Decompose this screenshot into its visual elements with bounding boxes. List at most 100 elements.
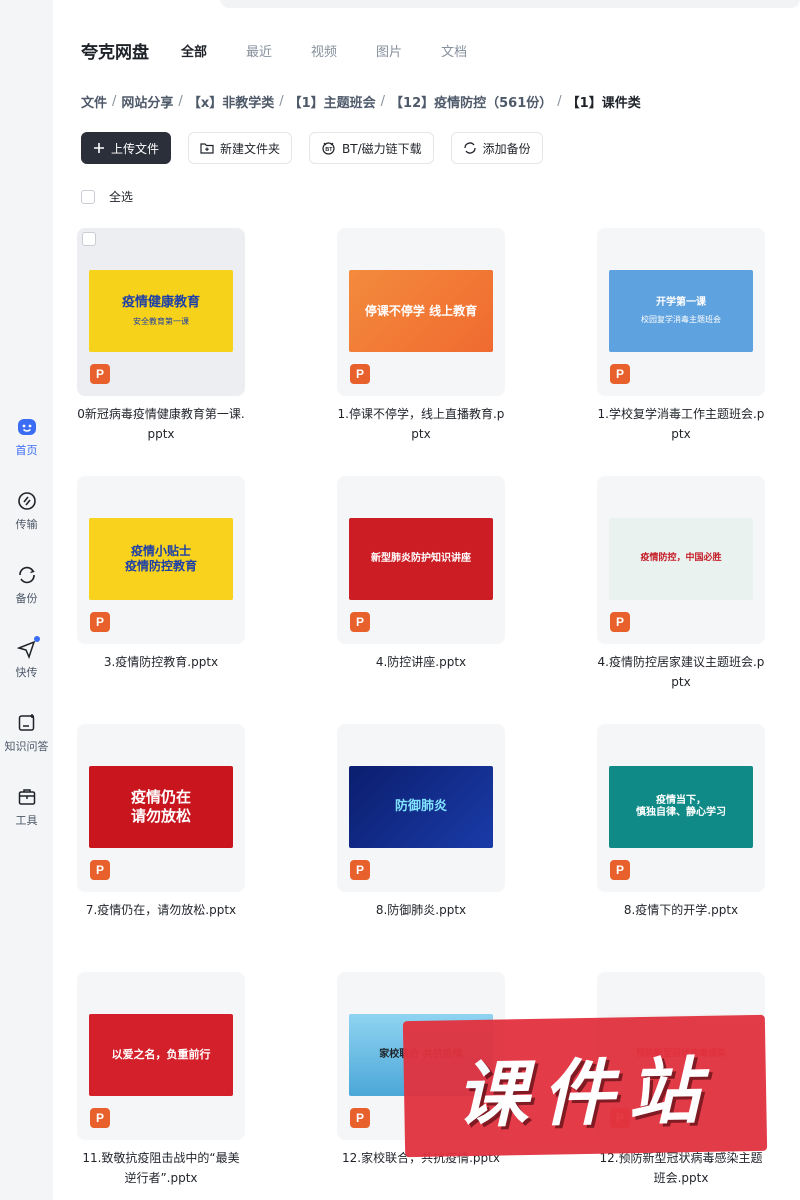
transfer-icon <box>16 490 38 512</box>
file-thumbnail: 防御肺炎 <box>349 766 493 848</box>
file-thumbnail: 疫情当下， 慎独自律、静心学习 <box>609 766 753 848</box>
ppt-file-icon: P <box>90 860 110 880</box>
ppt-file-icon: P <box>610 612 630 632</box>
file-card[interactable]: 停课不停学 线上教育 P <box>337 228 505 396</box>
add-backup-button[interactable]: 添加备份 <box>450 132 543 164</box>
file-card[interactable]: 开学第一课 校园复学消毒主题班会 P <box>597 228 765 396</box>
thumbnail-title: 新型肺炎防护知识讲座 <box>371 552 471 564</box>
thumbnail-title: 停课不停学 线上教育 <box>364 303 478 318</box>
sidebar: 首页 传输 备份 快传 知识问答 工具 <box>0 0 53 1200</box>
file-thumbnail: 疫情健康教育安全教育第一课 <box>89 270 233 352</box>
category-tabs: 全部 最近 视频 图片 文档 <box>181 41 506 60</box>
svg-text:BT: BT <box>325 147 333 153</box>
sidebar-item-knowledge-qa[interactable]: 知识问答 <box>0 712 53 754</box>
thumbnail-title: 疫情小贴士 疫情防控教育 <box>124 544 197 573</box>
ppt-file-icon: P <box>350 860 370 880</box>
file-card[interactable]: 新型肺炎防护知识讲座 P <box>337 476 505 644</box>
backup-icon <box>16 564 38 586</box>
folder-plus-icon <box>200 142 214 154</box>
toolbar: 上传文件 新建文件夹 BT BT/磁力链下载 添加备份 <box>81 132 560 164</box>
sidebar-item-label: 备份 <box>15 592 38 605</box>
tools-icon <box>16 786 38 808</box>
select-all-checkbox[interactable] <box>81 189 95 204</box>
file-name[interactable]: 12.预防新型冠状病毒感染主题班会.pptx <box>597 1148 765 1188</box>
tab-images[interactable]: 图片 <box>376 41 402 60</box>
sidebar-item-backup[interactable]: 备份 <box>0 564 53 606</box>
tab-documents[interactable]: 文档 <box>441 41 467 60</box>
sidebar-item-label: 快传 <box>15 666 38 679</box>
thumbnail-title: 疫情防控，中国必胜 <box>640 553 722 564</box>
file-name[interactable]: 1.学校复学消毒工作主题班会.pptx <box>597 404 765 444</box>
file-name[interactable]: 11.致敬抗疫阻击战中的“最美逆行者”.pptx <box>77 1148 245 1188</box>
file-thumbnail: 开学第一课校园复学消毒主题班会 <box>609 270 753 352</box>
plus-icon <box>93 142 105 154</box>
file-thumbnail: 以爱之名，负重前行 <box>89 1014 233 1096</box>
tab-all[interactable]: 全部 <box>181 41 207 60</box>
thumbnail-title: 防御肺炎 <box>394 798 447 814</box>
thumbnail-title: 疫情健康教育 <box>121 295 200 311</box>
ppt-file-icon: P <box>90 364 110 384</box>
file-thumbnail: 疫情防控，中国必胜 <box>609 518 753 600</box>
file-thumbnail: 疫情小贴士 疫情防控教育 <box>89 518 233 600</box>
breadcrumb-item[interactable]: 网站分享 <box>121 92 173 111</box>
sidebar-item-tools[interactable]: 工具 <box>0 786 53 828</box>
file-card[interactable]: 疫情当下， 慎独自律、静心学习 P <box>597 724 765 892</box>
tab-video[interactable]: 视频 <box>311 41 337 60</box>
home-icon <box>16 416 38 438</box>
thumbnail-subtitle: 校园复学消毒主题班会 <box>641 314 721 324</box>
file-name[interactable]: 3.疫情防控教育.pptx <box>77 652 245 672</box>
watermark-stamp: 课件站 <box>402 1014 768 1158</box>
breadcrumb: 文件 / 网站分享 / 【x】非教学类 / 【1】主题班会 / 【12】疫情防控（561… <box>81 92 641 111</box>
file-name[interactable]: 8.疫情下的开学.pptx <box>597 900 765 920</box>
tab-recent[interactable]: 最近 <box>246 41 272 60</box>
sidebar-item-label: 首页 <box>15 444 38 457</box>
notification-dot <box>33 636 40 642</box>
app-title: 夸克网盘 <box>81 43 149 63</box>
sidebar-item-label: 工具 <box>15 814 38 827</box>
file-name[interactable]: 7.疫情仍在，请勿放松.pptx <box>77 900 245 920</box>
file-thumbnail: 新型肺炎防护知识讲座 <box>349 518 493 600</box>
sidebar-item-home[interactable]: 首页 <box>0 416 53 458</box>
breadcrumb-item[interactable]: 文件 <box>81 92 107 111</box>
search-bar[interactable] <box>220 0 800 8</box>
file-card[interactable]: 疫情防控，中国必胜 P <box>597 476 765 644</box>
file-thumbnail: 疫情仍在 请勿放松 <box>89 766 233 848</box>
new-folder-button[interactable]: 新建文件夹 <box>188 132 293 164</box>
ppt-file-icon: P <box>350 612 370 632</box>
select-all[interactable]: 全选 <box>81 188 133 205</box>
upload-button[interactable]: 上传文件 <box>81 132 172 164</box>
bt-icon: BT <box>321 141 336 155</box>
thumbnail-subtitle: 安全教育第一课 <box>133 316 189 326</box>
file-name[interactable]: 8.防御肺炎.pptx <box>337 900 505 920</box>
file-card[interactable]: 疫情小贴士 疫情防控教育 P <box>77 476 245 644</box>
file-card[interactable]: 防御肺炎 P <box>337 724 505 892</box>
sidebar-item-transfer[interactable]: 传输 <box>0 490 53 532</box>
ppt-file-icon: P <box>350 364 370 384</box>
ppt-file-icon: P <box>350 1108 370 1128</box>
file-card[interactable]: 疫情仍在 请勿放松 P <box>77 724 245 892</box>
thumbnail-title: 疫情当下， 慎独自律、静心学习 <box>636 794 726 819</box>
quick-send-icon <box>16 636 40 660</box>
breadcrumb-item[interactable]: 【12】疫情防控（561份） <box>390 92 552 111</box>
sidebar-item-label: 传输 <box>15 518 38 531</box>
thumbnail-title: 开学第一课 <box>656 297 706 309</box>
breadcrumb-item[interactable]: 【x】非教学类 <box>188 92 274 111</box>
sidebar-item-label: 知识问答 <box>4 740 49 753</box>
top-strip <box>0 0 800 8</box>
file-name[interactable]: 4.疫情防控居家建议主题班会.pptx <box>597 652 765 692</box>
knowledge-qa-icon <box>16 712 38 734</box>
thumbnail-title: 疫情仍在 请勿放松 <box>130 788 191 825</box>
file-checkbox[interactable] <box>82 232 96 246</box>
file-name[interactable]: 4.防控讲座.pptx <box>337 652 505 672</box>
ppt-file-icon: P <box>610 860 630 880</box>
file-name[interactable]: 1.停课不停学，线上直播教育.pptx <box>337 404 505 444</box>
sidebar-item-quick-send[interactable]: 快传 <box>0 636 53 680</box>
bt-magnet-download-button[interactable]: BT BT/磁力链下载 <box>309 132 434 164</box>
breadcrumb-item[interactable]: 【1】主题班会 <box>289 92 376 111</box>
sync-icon <box>463 141 477 155</box>
file-card[interactable]: 疫情健康教育安全教育第一课 P <box>77 228 245 396</box>
file-thumbnail: 停课不停学 线上教育 <box>349 270 493 352</box>
ppt-file-icon: P <box>90 612 110 632</box>
file-name[interactable]: 0新冠病毒疫情健康教育第一课.pptx <box>77 404 245 444</box>
file-card[interactable]: 以爱之名，负重前行 P <box>77 972 245 1140</box>
